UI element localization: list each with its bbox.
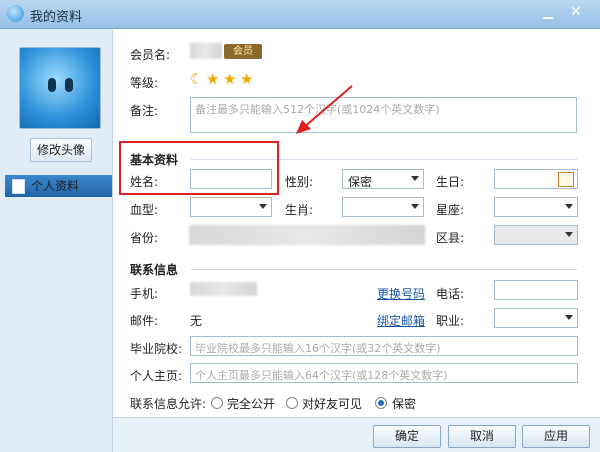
annotation-arrow [296, 85, 353, 134]
profile-window: 我的资料 ▁ ✕ 修改头像 个人资料 会员名: 会员 等级: ☾ ★ ★ ★ 备… [0, 0, 600, 452]
annotation-arrow-line [302, 85, 353, 129]
